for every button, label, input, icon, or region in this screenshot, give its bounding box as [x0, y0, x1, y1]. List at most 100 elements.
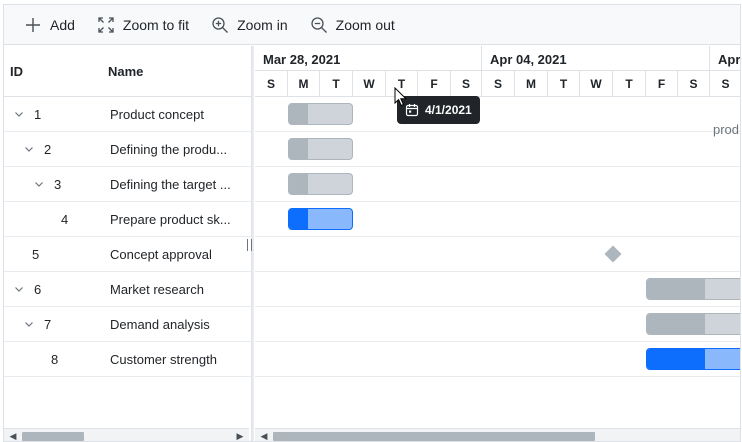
day-header: W: [353, 71, 386, 97]
chevron-down-icon[interactable]: [24, 319, 36, 331]
row-name: Product concept: [110, 107, 204, 122]
table-row[interactable]: 1 Product concept: [4, 97, 251, 132]
table-row[interactable]: 4 Prepare product sk...: [4, 202, 251, 237]
row-name: Customer strength: [110, 352, 217, 367]
task-bar-parent[interactable]: [288, 103, 353, 125]
week-header: Apr 04, 2021: [482, 46, 710, 71]
chart-row: [255, 307, 740, 342]
table-row[interactable]: 5 Concept approval: [4, 237, 251, 272]
zoom-out-label: Zoom out: [335, 16, 395, 33]
chart-row: [255, 272, 740, 307]
row-id: 5: [32, 247, 40, 262]
day-header: S: [451, 71, 482, 97]
scroll-left-arrow[interactable]: ◀: [6, 429, 20, 441]
timeline-chart: Mar 28, 2021 Apr 04, 2021 Apr S M T W T …: [255, 46, 740, 426]
row-id: 3: [54, 177, 62, 192]
row-id: 6: [34, 282, 42, 297]
day-header: S: [482, 71, 515, 97]
zoom-to-fit-label: Zoom to fit: [122, 16, 190, 33]
table-row[interactable]: 2 Defining the produ...: [4, 132, 251, 167]
row-name: Market research: [110, 282, 204, 297]
row-id: 1: [34, 107, 42, 122]
chart-row: [255, 202, 740, 237]
task-grid: ID Name 1 Product concept 2 Defining the…: [4, 46, 251, 426]
task-bar-parent[interactable]: [646, 313, 740, 335]
chevron-down-icon[interactable]: [14, 109, 26, 121]
chevron-down-icon[interactable]: [24, 144, 36, 156]
task-progress: [289, 139, 308, 159]
milestone-diamond[interactable]: [604, 245, 622, 263]
task-progress: [647, 314, 706, 334]
task-bar[interactable]: [646, 348, 740, 370]
column-header-name[interactable]: Name: [108, 64, 143, 79]
task-progress: [289, 174, 308, 194]
day-header: T: [320, 71, 353, 97]
scroll-right-arrow[interactable]: ▶: [233, 429, 247, 441]
scroll-thumb[interactable]: [273, 432, 595, 441]
grid-header: ID Name: [4, 46, 251, 97]
row-id: 4: [61, 212, 69, 227]
column-header-id[interactable]: ID: [10, 64, 23, 79]
task-bar-parent[interactable]: [288, 173, 353, 195]
day-header: S: [255, 71, 288, 97]
task-progress: [289, 104, 308, 124]
chevron-down-icon[interactable]: [34, 179, 46, 191]
plus-icon: [24, 16, 42, 34]
mouse-cursor-icon: [394, 87, 408, 107]
chart-row: [255, 132, 740, 167]
table-row[interactable]: 6 Market research: [4, 272, 251, 307]
chevron-down-icon[interactable]: [14, 284, 26, 296]
day-header: M: [288, 71, 320, 97]
add-button-label: Add: [50, 16, 75, 33]
timeline-days: S M T W T F S S M T W T F S S: [255, 71, 740, 97]
day-header: M: [515, 71, 548, 97]
chart-row: [255, 237, 740, 272]
gantt-chart: Add Zoom to fit Zoom in Zoom out ID Name…: [3, 4, 741, 442]
day-header: S: [710, 71, 740, 97]
task-bar-parent[interactable]: [646, 278, 740, 300]
task-bar[interactable]: [288, 208, 353, 230]
row-name: Defining the target ...: [110, 177, 231, 192]
day-header: W: [580, 71, 613, 97]
chart-row: prod: [255, 97, 740, 137]
table-row[interactable]: 7 Demand analysis: [4, 307, 251, 342]
week-header: Apr: [710, 46, 740, 71]
task-progress: [647, 279, 706, 299]
row-id: 7: [44, 317, 52, 332]
zoom-to-fit-button[interactable]: Zoom to fit: [93, 5, 201, 45]
tooltip-date: 4/1/2021: [425, 103, 472, 117]
zoom-in-label: Zoom in: [237, 16, 288, 33]
zoom-in-icon: [211, 16, 229, 34]
table-row[interactable]: 3 Defining the target ...: [4, 167, 251, 202]
day-header: T: [548, 71, 580, 97]
row-name: Demand analysis: [110, 317, 210, 332]
scroll-thumb[interactable]: [22, 432, 84, 441]
scroll-left-arrow[interactable]: ◀: [257, 429, 271, 441]
row-id: 8: [51, 352, 59, 367]
table-row[interactable]: 8 Customer strength: [4, 342, 251, 377]
zoom-in-button[interactable]: Zoom in: [207, 5, 300, 45]
day-header: F: [418, 71, 451, 97]
expand-icon: [97, 16, 115, 34]
timeline-weeks: Mar 28, 2021 Apr 04, 2021 Apr: [255, 46, 740, 71]
grid-horizontal-scrollbar[interactable]: ◀ ▶: [4, 428, 249, 441]
task-progress: [289, 209, 308, 229]
task-bar-parent[interactable]: [288, 138, 353, 160]
row-name: Defining the produ...: [110, 142, 228, 157]
week-header: Mar 28, 2021: [255, 46, 482, 71]
row-name: Concept approval: [110, 247, 212, 262]
chart-row: [255, 167, 740, 202]
task-progress: [647, 349, 706, 369]
toolbar: Add Zoom to fit Zoom in Zoom out: [4, 5, 740, 45]
day-header: T: [613, 71, 646, 97]
row-id: 2: [44, 142, 52, 157]
date-tooltip: 4/1/2021: [397, 96, 480, 124]
add-button[interactable]: Add: [20, 5, 87, 45]
zoom-out-button[interactable]: Zoom out: [306, 5, 407, 45]
row-name: Prepare product sk...: [110, 212, 231, 227]
chart-horizontal-scrollbar[interactable]: ◀: [255, 428, 740, 441]
day-header: F: [646, 71, 678, 97]
chart-row: [255, 342, 740, 377]
zoom-out-icon: [310, 16, 328, 34]
day-header: S: [678, 71, 710, 97]
